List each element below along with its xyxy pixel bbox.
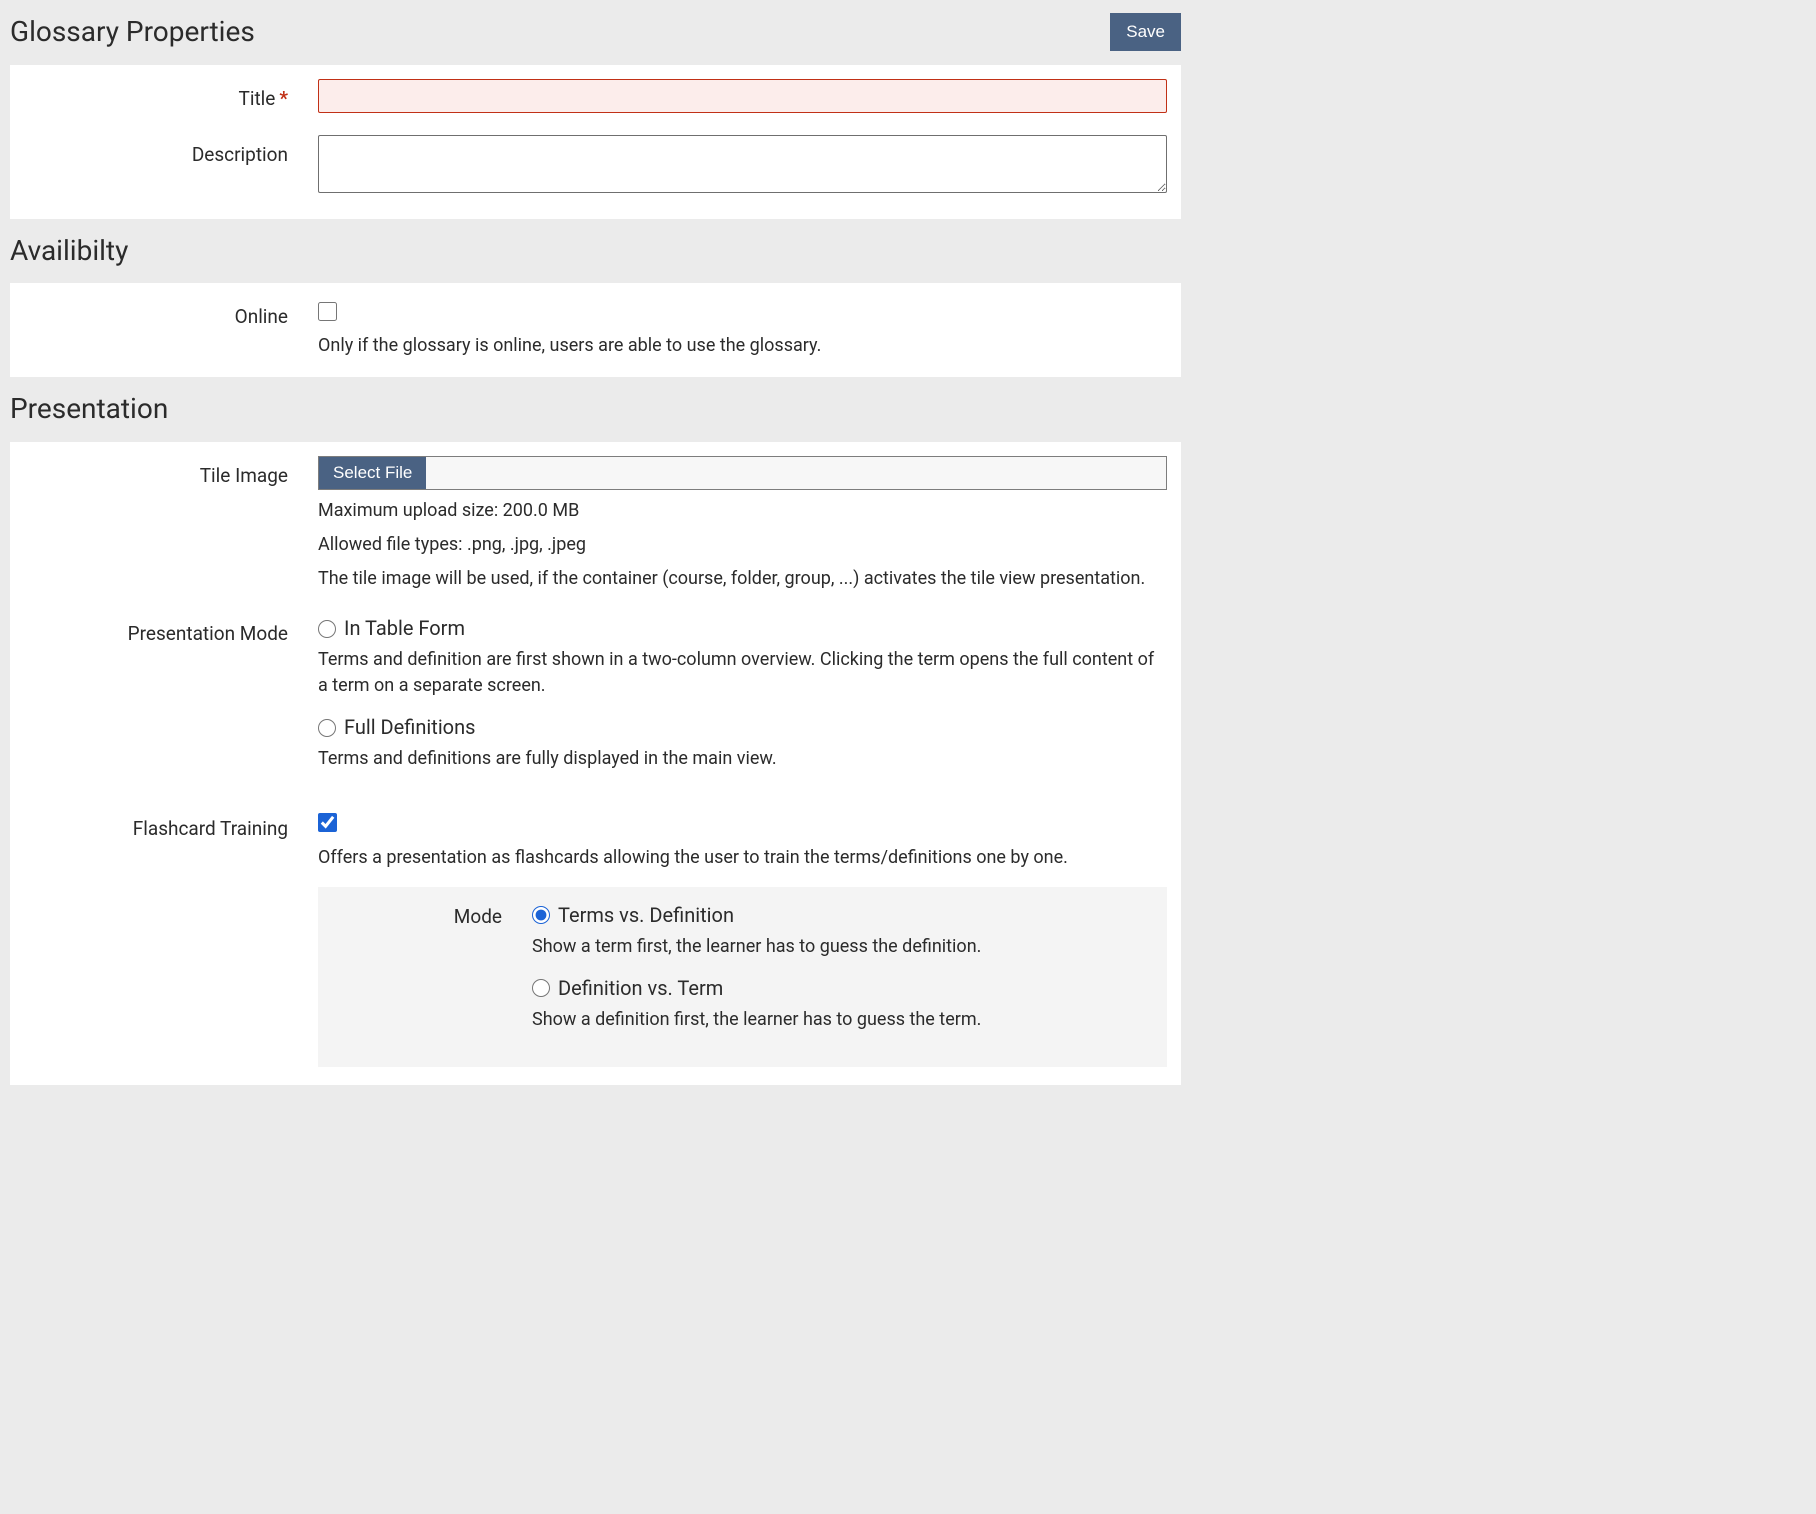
title-input[interactable]: [318, 79, 1167, 113]
panel-glossary-properties: Title* Description: [10, 65, 1181, 219]
radio-option-definition-vs-term: Definition vs. Term Show a definition fi…: [532, 974, 1153, 1033]
flashcard-label: Flashcard Training: [24, 809, 318, 843]
row-online: Online Only if the glossary is online, u…: [24, 297, 1167, 359]
file-select: Select File: [318, 456, 1167, 490]
section-header-availability: Availibilty: [0, 219, 1191, 284]
radio-help-text: Terms and definitions are fully displaye…: [318, 746, 1167, 772]
file-field[interactable]: [426, 457, 1166, 489]
panel-availability: Online Only if the glossary is online, u…: [10, 283, 1181, 377]
flashcard-help-text: Offers a presentation as flashcards allo…: [318, 845, 1167, 871]
radio-option-full-definitions: Full Definitions Terms and definitions a…: [318, 713, 1167, 772]
row-description: Description: [24, 135, 1167, 201]
flashcard-mode-subpanel: Mode Terms vs. Definition Show a term fi…: [318, 887, 1167, 1067]
online-checkbox[interactable]: [318, 302, 337, 321]
panel-presentation: Tile Image Select File Maximum upload si…: [10, 442, 1181, 1085]
online-label: Online: [24, 297, 318, 331]
radio-definition-vs-term[interactable]: [532, 979, 550, 997]
flashcard-training-checkbox[interactable]: [318, 813, 337, 832]
section-heading: Availibilty: [10, 231, 128, 272]
radio-in-table-form[interactable]: [318, 620, 336, 638]
select-file-button[interactable]: Select File: [319, 457, 426, 489]
row-presentation-mode: Presentation Mode In Table Form Terms an…: [24, 614, 1167, 786]
description-textarea[interactable]: [318, 135, 1167, 193]
radio-label: In Table Form: [344, 614, 465, 643]
radio-full-definitions[interactable]: [318, 719, 336, 737]
section-heading: Glossary Properties: [10, 12, 255, 53]
glossary-settings-form: Glossary Properties Save Title* Descript…: [0, 0, 1191, 1115]
row-flashcard-mode: Mode Terms vs. Definition Show a term fi…: [332, 901, 1153, 1047]
radio-help-text: Terms and definition are first shown in …: [318, 647, 1167, 699]
presentation-mode-label: Presentation Mode: [24, 614, 318, 648]
row-title: Title*: [24, 79, 1167, 113]
description-label: Description: [24, 135, 318, 169]
section-heading: Presentation: [10, 389, 168, 430]
radio-help-text: Show a definition first, the learner has…: [532, 1007, 1153, 1033]
radio-label: Terms vs. Definition: [558, 901, 734, 930]
flashcard-mode-label: Mode: [332, 901, 532, 931]
title-label: Title*: [24, 79, 318, 113]
radio-help-text: Show a term first, the learner has to gu…: [532, 934, 1153, 960]
radio-option-table-form: In Table Form Terms and definition are f…: [318, 614, 1167, 699]
radio-option-terms-vs-definition: Terms vs. Definition Show a term first, …: [532, 901, 1153, 960]
section-header-glossary-properties: Glossary Properties Save: [0, 0, 1191, 65]
radio-label: Definition vs. Term: [558, 974, 723, 1003]
radio-label: Full Definitions: [344, 713, 475, 742]
tile-image-help-text: The tile image will be used, if the cont…: [318, 566, 1167, 592]
row-flashcard-training: Flashcard Training Offers a presentation…: [24, 809, 1167, 1067]
required-indicator: *: [279, 87, 288, 110]
tile-image-label: Tile Image: [24, 456, 318, 490]
row-tile-image: Tile Image Select File Maximum upload si…: [24, 456, 1167, 592]
section-header-presentation: Presentation: [0, 377, 1191, 442]
radio-terms-vs-definition[interactable]: [532, 906, 550, 924]
allowed-types-text: Allowed file types: .png, .jpg, .jpeg: [318, 532, 1167, 558]
max-upload-text: Maximum upload size: 200.0 MB: [318, 498, 1167, 524]
save-button[interactable]: Save: [1110, 13, 1181, 51]
online-help-text: Only if the glossary is online, users ar…: [318, 333, 1167, 359]
